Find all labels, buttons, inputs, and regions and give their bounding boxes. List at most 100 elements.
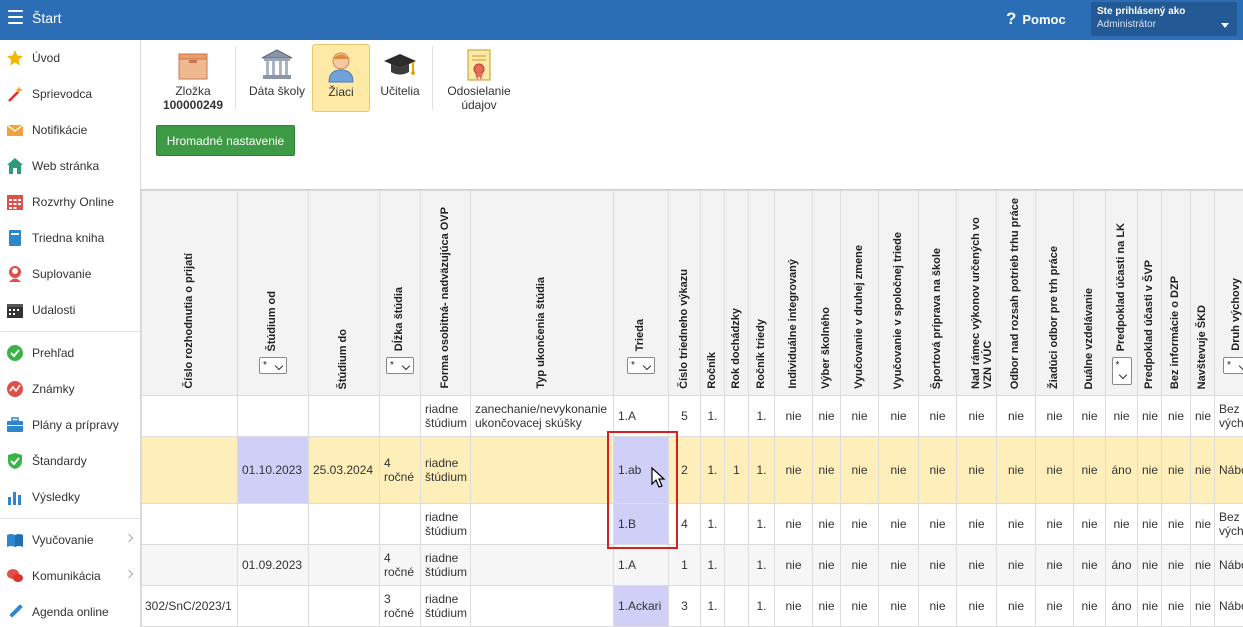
send-data-button[interactable]: Odosielanie údajov: [441, 44, 517, 112]
table-cell[interactable]: 1.A: [613, 544, 669, 586]
table-cell[interactable]: nie: [1105, 395, 1138, 437]
table-cell[interactable]: nie: [1073, 585, 1106, 627]
table-cell[interactable]: [470, 436, 614, 504]
column-filter-select[interactable]: *: [259, 357, 287, 374]
column-header[interactable]: Štúdium do: [308, 190, 380, 396]
table-cell[interactable]: 2: [668, 436, 701, 504]
table-cell[interactable]: nie: [956, 503, 997, 545]
sidebar-item-vyučovanie[interactable]: Vyučovanie: [0, 522, 140, 558]
table-cell[interactable]: nie: [996, 436, 1036, 504]
school-data-button[interactable]: Dáta školy: [243, 44, 311, 112]
table-cell[interactable]: [237, 585, 309, 627]
table-cell[interactable]: nie: [1161, 544, 1191, 586]
sidebar-item-udalosti[interactable]: Udalosti: [0, 292, 140, 328]
table-cell[interactable]: nie: [1035, 436, 1074, 504]
table-cell[interactable]: zanechanie/nevykonanie ukončovacej skúšk…: [470, 395, 614, 437]
table-cell[interactable]: [141, 544, 238, 586]
table-cell[interactable]: nie: [1190, 585, 1215, 627]
table-cell[interactable]: nie: [878, 585, 919, 627]
table-cell[interactable]: nie: [812, 436, 841, 504]
table-cell[interactable]: nie: [1137, 436, 1162, 504]
table-cell[interactable]: nie: [1035, 395, 1074, 437]
table-cell[interactable]: nie: [1161, 503, 1191, 545]
table-cell[interactable]: nie: [878, 544, 919, 586]
table-cell[interactable]: riadne štúdium: [420, 436, 471, 504]
column-header[interactable]: Športová príprava na škole: [918, 190, 957, 396]
table-cell[interactable]: nie: [774, 436, 813, 504]
students-button[interactable]: Žiaci: [312, 44, 370, 112]
column-filter-select[interactable]: *: [386, 357, 414, 374]
sidebar-item-suplovanie[interactable]: Suplovanie: [0, 256, 140, 292]
table-cell[interactable]: nie: [918, 503, 957, 545]
folder-button[interactable]: Zložka 100000249: [153, 44, 233, 112]
table-cell[interactable]: nie: [878, 395, 919, 437]
table-cell[interactable]: nie: [956, 395, 997, 437]
sidebar-item-agenda-online[interactable]: Agenda online: [0, 594, 140, 627]
table-cell[interactable]: 1.: [748, 585, 775, 627]
table-cell[interactable]: nie: [996, 544, 1036, 586]
table-cell[interactable]: 1.: [700, 395, 725, 437]
table-cell[interactable]: 1.Ackari: [613, 585, 669, 627]
table-cell[interactable]: nie: [774, 395, 813, 437]
table-cell[interactable]: riadne štúdium: [420, 395, 471, 437]
sidebar-item-úvod[interactable]: Úvod: [0, 40, 140, 76]
table-cell[interactable]: Nábože: [1214, 585, 1243, 627]
column-header[interactable]: Žiadúci odbor pre trh práce: [1035, 190, 1074, 396]
table-cell[interactable]: nie: [1073, 436, 1106, 504]
table-cell[interactable]: [724, 585, 749, 627]
table-cell[interactable]: 1: [668, 544, 701, 586]
column-header[interactable]: Štúdium od *: [237, 190, 309, 396]
sidebar-item-sprievodca[interactable]: Sprievodca: [0, 76, 140, 112]
hamburger-menu-icon[interactable]: [8, 10, 23, 24]
column-header[interactable]: Predpoklad účasti v ŠVP: [1137, 190, 1162, 396]
table-cell[interactable]: nie: [1190, 503, 1215, 545]
table-cell[interactable]: nie: [1035, 585, 1074, 627]
table-cell[interactable]: nie: [774, 544, 813, 586]
column-header[interactable]: Ročník: [700, 190, 725, 396]
table-cell[interactable]: nie: [1073, 544, 1106, 586]
table-cell[interactable]: nie: [1137, 503, 1162, 545]
table-cell[interactable]: [308, 503, 380, 545]
column-header[interactable]: Bez informácie o DZP: [1161, 190, 1191, 396]
table-cell[interactable]: 01.09.2023: [237, 544, 309, 586]
table-cell[interactable]: Nábože: [1214, 436, 1243, 504]
column-header[interactable]: Predpoklad účasti na LK *: [1105, 190, 1138, 396]
table-cell[interactable]: 1.: [748, 436, 775, 504]
table-cell[interactable]: nie: [1137, 585, 1162, 627]
table-cell[interactable]: nie: [878, 503, 919, 545]
table-cell[interactable]: Bez výchovy: [1214, 503, 1243, 545]
table-cell[interactable]: 3: [668, 585, 701, 627]
table-cell[interactable]: 4 ročné: [379, 544, 421, 586]
table-row[interactable]: 302/SnC/2023/1 3 ročné riadne štúdium 1.Ack…: [141, 585, 1243, 627]
table-cell[interactable]: [724, 503, 749, 545]
table-cell[interactable]: nie: [812, 503, 841, 545]
sidebar-item-komunikácia[interactable]: Komunikácia: [0, 558, 140, 594]
table-cell[interactable]: [237, 503, 309, 545]
column-header[interactable]: Forma osobitná- nadväzujúca OVP: [420, 190, 471, 396]
table-cell[interactable]: riadne štúdium: [420, 503, 471, 545]
column-filter-select[interactable]: *: [627, 357, 655, 374]
table-row[interactable]: riadne štúdium zanechanie/nevykonanie uko…: [141, 395, 1243, 437]
table-cell[interactable]: nie: [812, 395, 841, 437]
table-cell[interactable]: Bez výchovy: [1214, 395, 1243, 437]
column-filter-select[interactable]: *: [1223, 357, 1243, 374]
table-cell[interactable]: nie: [774, 585, 813, 627]
table-cell[interactable]: 1.: [700, 544, 725, 586]
table-cell[interactable]: nie: [918, 436, 957, 504]
table-cell[interactable]: [141, 503, 238, 545]
column-header[interactable]: Typ ukončenia štúdia: [470, 190, 614, 396]
table-cell[interactable]: nie: [812, 544, 841, 586]
table-cell[interactable]: nie: [1190, 544, 1215, 586]
table-cell[interactable]: 4: [668, 503, 701, 545]
table-cell[interactable]: nie: [840, 503, 879, 545]
table-cell[interactable]: nie: [840, 585, 879, 627]
table-cell[interactable]: [379, 503, 421, 545]
column-header[interactable]: Ročník triedy: [748, 190, 775, 396]
table-cell[interactable]: [237, 395, 309, 437]
column-header[interactable]: Číslo rozhodnutia o prijatí: [141, 190, 238, 396]
table-cell[interactable]: [308, 395, 380, 437]
table-cell[interactable]: riadne štúdium: [420, 544, 471, 586]
table-cell[interactable]: [141, 436, 238, 504]
table-cell[interactable]: 5: [668, 395, 701, 437]
table-cell[interactable]: 1.: [700, 503, 725, 545]
